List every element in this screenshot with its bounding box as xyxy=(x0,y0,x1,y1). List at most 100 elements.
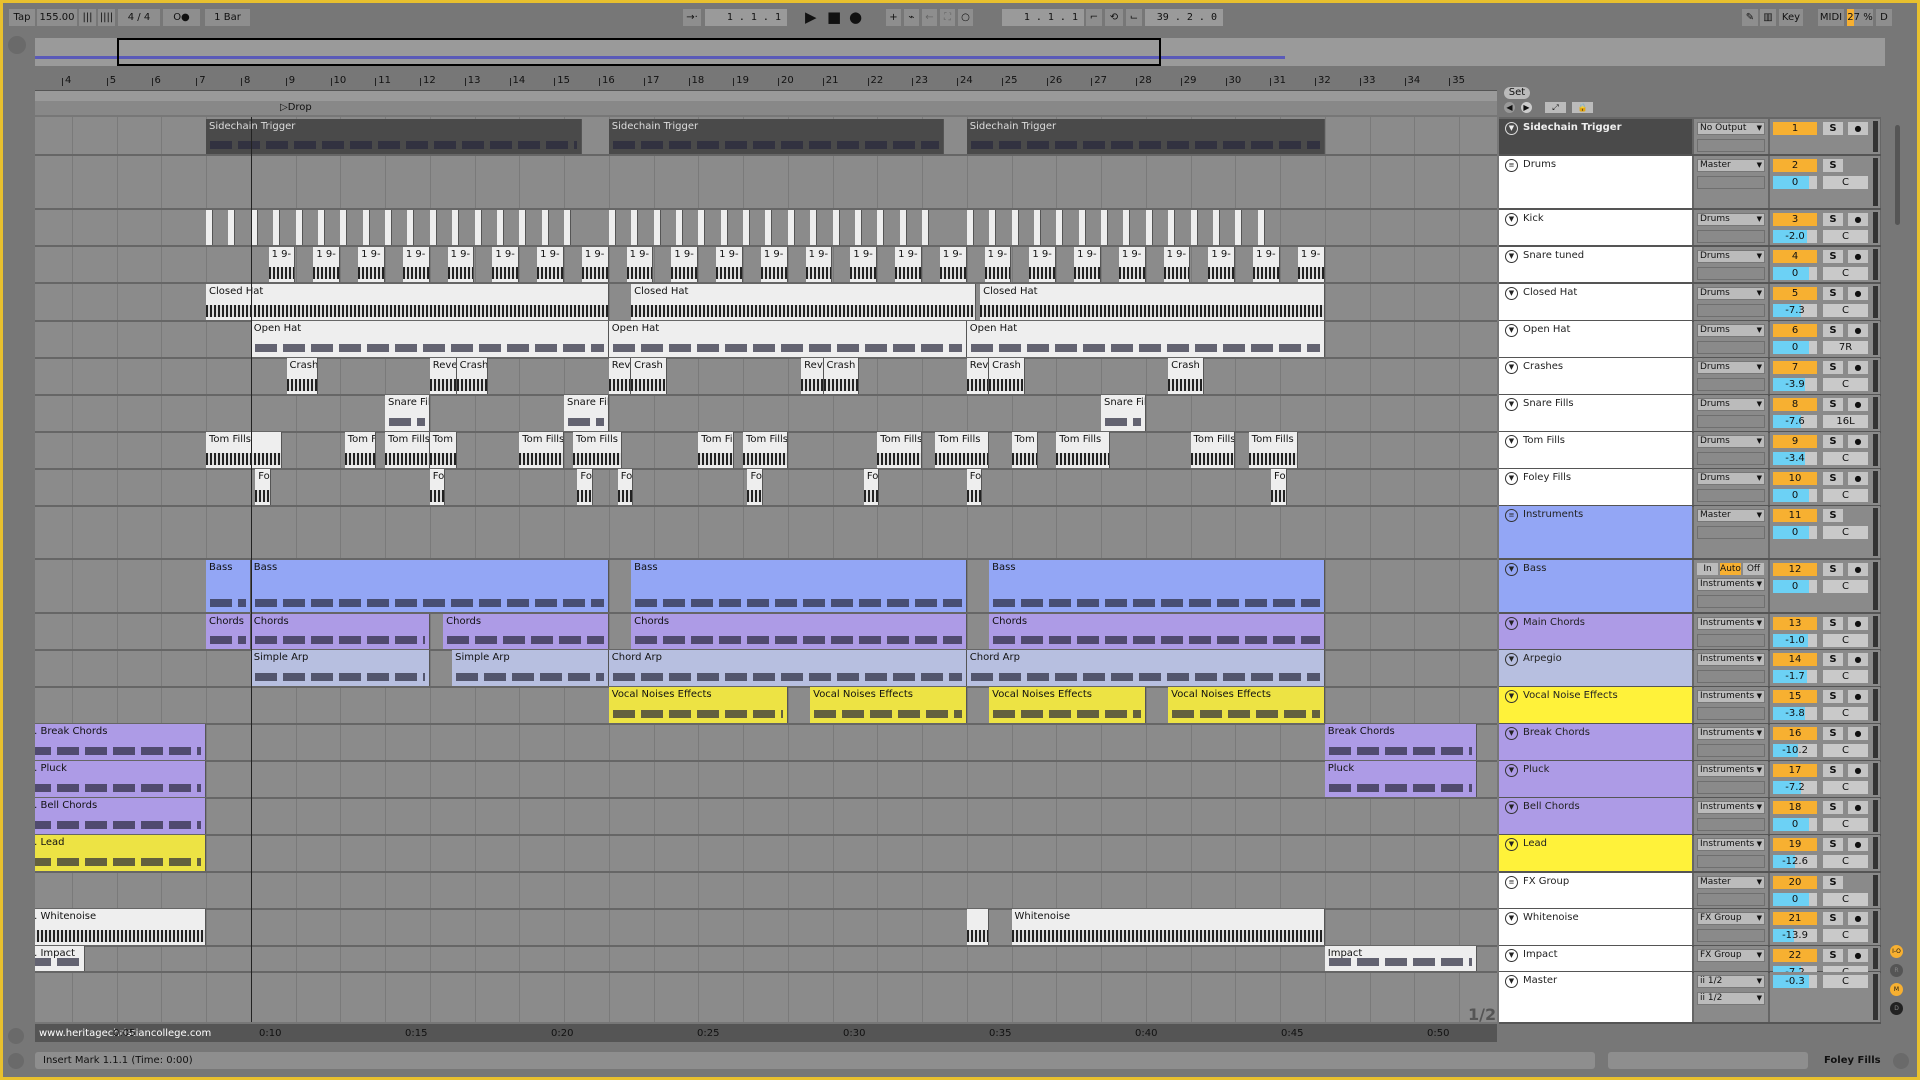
track-header[interactable]: ▼ Sidechain Trigger xyxy=(1499,119,1692,154)
track-activator-button[interactable]: 11 xyxy=(1773,509,1817,522)
capture-icon[interactable]: ⛶ xyxy=(940,9,955,26)
clip-kick[interactable] xyxy=(854,210,862,245)
pan-field[interactable]: C xyxy=(1823,452,1868,465)
clip-sidechain-trigger[interactable]: Sidechain Trigger xyxy=(608,119,945,154)
volume-field[interactable]: 0 xyxy=(1773,526,1817,539)
solo-button[interactable]: S xyxy=(1823,435,1843,448)
output-channel-select[interactable] xyxy=(1697,526,1765,539)
track-fold-icon[interactable]: ▼ xyxy=(1505,949,1518,962)
clip-kick[interactable] xyxy=(1101,210,1108,245)
clip-kick[interactable] xyxy=(899,210,907,245)
clip-snare-fills[interactable]: Snare Fills xyxy=(1101,395,1146,431)
clip-kick[interactable] xyxy=(273,210,281,245)
arm-button-icon[interactable]: ● xyxy=(1848,472,1868,485)
mixer-track-master[interactable]: ▼ Master ii 1/2 ii 1/2 -0.30C xyxy=(1499,972,1881,1024)
clip-whitenoise[interactable]: Whitenoise xyxy=(1011,909,1325,945)
solo-button[interactable]: S xyxy=(1823,472,1843,485)
output-channel-select[interactable] xyxy=(1697,781,1765,794)
returns-toggle-button[interactable]: R xyxy=(1890,964,1903,977)
clip-kick[interactable] xyxy=(698,210,706,245)
draw-mode-icon[interactable]: ✎ xyxy=(1742,9,1758,26)
clip-foley-fills[interactable]: Fo xyxy=(617,469,634,505)
track-name[interactable]: Vocal Noise Effects xyxy=(1523,690,1618,701)
mixer-track-sidechain-trigger[interactable]: ▼ Sidechain Trigger No Output 1S ● xyxy=(1499,119,1881,156)
previous-locator-icon[interactable]: ◀ xyxy=(1504,102,1515,113)
track-activator-button[interactable]: 6 xyxy=(1773,324,1817,337)
arm-button-icon[interactable]: ● xyxy=(1848,435,1868,448)
clip-tom-fills[interactable]: Tom Fills xyxy=(572,432,623,468)
clip-kick[interactable] xyxy=(1056,210,1064,245)
track-fold-icon[interactable]: ▼ xyxy=(1505,213,1518,226)
output-routing-select[interactable]: FX Group xyxy=(1697,949,1765,962)
clip-crash[interactable]: Reve xyxy=(801,358,824,394)
volume-field[interactable]: -2.0 xyxy=(1773,230,1817,243)
pan-field[interactable]: C xyxy=(1823,818,1868,831)
output-routing-select[interactable]: Instruments xyxy=(1697,838,1765,851)
track-fold-icon[interactable]: ▼ xyxy=(1505,472,1518,485)
pan-field[interactable]: C xyxy=(1823,489,1868,502)
track-name[interactable]: Lead xyxy=(1523,838,1547,849)
mixer-track-foley-fills[interactable]: ▼ Foley Fills Drums 10 S ● 0 C xyxy=(1499,469,1881,507)
track-header[interactable]: ▼ Foley Fills xyxy=(1499,469,1692,505)
track-header[interactable]: ▼ Pluck xyxy=(1499,761,1692,797)
volume-field[interactable]: -7.3 xyxy=(1773,304,1817,317)
set-button[interactable]: Set xyxy=(1504,87,1530,99)
overview-view-box[interactable] xyxy=(117,38,1161,66)
output-channel-select[interactable] xyxy=(1697,489,1765,502)
solo-button[interactable]: S xyxy=(1823,250,1843,263)
group-fold-icon[interactable]: ≡ xyxy=(1505,159,1518,172)
clip-kick[interactable] xyxy=(720,210,728,245)
track-header[interactable]: ▼ Bass xyxy=(1499,560,1692,612)
clip-tom-fills[interactable]: Tom Fills xyxy=(344,432,377,468)
pan-field[interactable]: C xyxy=(1823,230,1868,243)
clip-crash[interactable]: Crash xyxy=(823,358,860,394)
output-routing-select[interactable]: Drums xyxy=(1697,287,1765,300)
arm-button-icon[interactable]: ● xyxy=(1848,287,1868,300)
clip-impact[interactable]: Impact xyxy=(1324,946,1477,971)
solo-button[interactable]: S xyxy=(1823,509,1843,522)
overview-toggle-icon[interactable] xyxy=(8,36,26,54)
loop-start-field[interactable]: 1 . 1 . 1 xyxy=(1002,9,1084,26)
track-fold-icon[interactable]: ▼ xyxy=(1505,838,1518,851)
mixer-track-fx-group[interactable]: ≡ FX Group Master 20 S 0 C xyxy=(1499,873,1881,910)
clip-snare-tuned[interactable]: 1 9- xyxy=(1208,247,1236,282)
volume-field[interactable]: 0 xyxy=(1773,580,1817,593)
clip-snare-tuned[interactable]: 1 9- xyxy=(1253,247,1280,282)
pan-field[interactable]: C xyxy=(1823,855,1868,868)
track-name[interactable]: Foley Fills xyxy=(1523,472,1571,483)
clip-kick[interactable] xyxy=(452,210,460,245)
track-activator-button[interactable]: 22 xyxy=(1773,949,1817,962)
clip-kick[interactable] xyxy=(541,210,549,245)
clip-tom-fills[interactable]: Tom Fills xyxy=(743,432,788,468)
clip-snare-tuned[interactable]: 1 9- xyxy=(760,247,788,282)
clip-kick[interactable] xyxy=(922,210,929,245)
clip-kick[interactable] xyxy=(1235,210,1243,245)
arm-button-icon[interactable]: ● xyxy=(1848,727,1868,740)
pan-field[interactable]: C xyxy=(1823,929,1868,942)
session-record-icon[interactable]: ○ xyxy=(958,9,973,26)
clip-simple-arp[interactable]: Simple Arp xyxy=(452,650,609,686)
locator-lane[interactable]: ▷Drop xyxy=(35,101,1497,115)
clip-kick[interactable] xyxy=(832,210,840,245)
clip-kick[interactable] xyxy=(519,210,527,245)
clip-snare-tuned[interactable]: 1 9- xyxy=(939,247,967,282)
mixer-track-lead[interactable]: ▼ Lead Instruments 19 S ● -12.6 C xyxy=(1499,835,1881,873)
track-name[interactable]: Break Chords xyxy=(1523,727,1590,738)
pan-field[interactable]: C xyxy=(1823,176,1868,189)
detail-view-toggle-icon[interactable] xyxy=(1893,1053,1909,1069)
clip-snare-tuned[interactable]: 1 9- xyxy=(313,247,341,282)
clip-crash[interactable]: Crash xyxy=(456,358,488,394)
clip-tom-fills[interactable]: Tom Fills xyxy=(1011,432,1039,468)
clip-tom-fills[interactable]: Tom Fills xyxy=(877,432,922,468)
mixer-track-tom-fills[interactable]: ▼ Tom Fills Drums 9S ● -3.4 C xyxy=(1499,432,1881,470)
clip-sidechain-trigger[interactable]: Sidechain Trigger xyxy=(966,119,1325,154)
clip-kick[interactable] xyxy=(966,210,974,245)
clip-kick[interactable] xyxy=(1212,210,1220,245)
arm-button-icon[interactable]: ● xyxy=(1848,361,1868,374)
mixer-track-vocal-noise-effects[interactable]: ▼ Vocal Noise Effects Instruments 15 S ● -3.8 C xyxy=(1499,687,1881,725)
output-routing-select[interactable]: Instruments xyxy=(1697,690,1765,703)
clip-chord-arp[interactable]: Chord Arp xyxy=(608,650,967,686)
clip-snare-tuned[interactable]: 1 9- xyxy=(492,247,520,282)
output-channel-select[interactable] xyxy=(1697,452,1765,465)
output-channel-select[interactable] xyxy=(1697,267,1765,280)
